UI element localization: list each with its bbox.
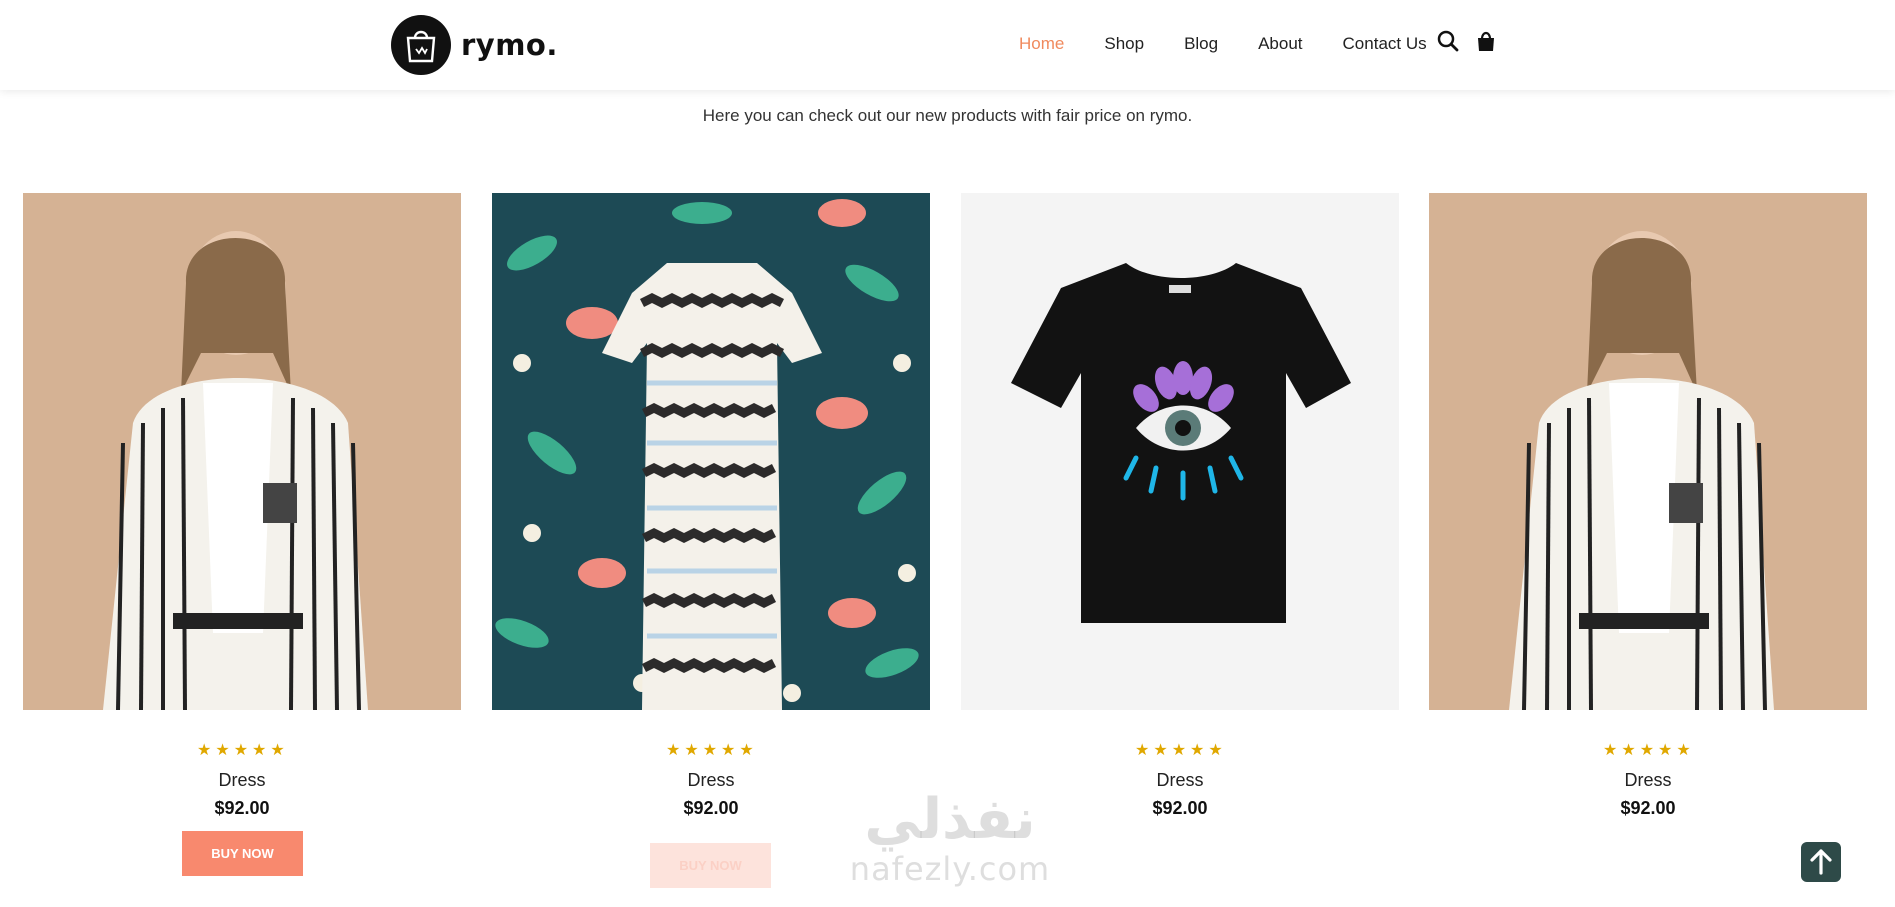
product-name[interactable]: Dress bbox=[23, 770, 461, 791]
star-icon: ★ bbox=[1135, 742, 1150, 759]
site-header: rymo. Home Shop Blog About Contact Us bbox=[0, 0, 1895, 90]
star-icon: ★ bbox=[1208, 742, 1223, 759]
product-name[interactable]: Dress bbox=[1429, 770, 1867, 791]
brand-name: rymo. bbox=[461, 28, 558, 62]
product-rating: ★ ★ ★ ★ ★ bbox=[666, 740, 754, 760]
star-icon: ★ bbox=[1190, 742, 1205, 759]
star-icon: ★ bbox=[1676, 742, 1691, 759]
watermark: نفذلي nafezly.com bbox=[840, 787, 1060, 889]
star-icon: ★ bbox=[215, 742, 230, 759]
watermark-arabic: نفذلي bbox=[864, 787, 1036, 852]
star-icon: ★ bbox=[1153, 742, 1168, 759]
star-icon: ★ bbox=[684, 742, 699, 759]
product-rating: ★ ★ ★ ★ ★ bbox=[197, 740, 285, 760]
star-icon: ★ bbox=[1621, 742, 1636, 759]
product-card[interactable] bbox=[492, 193, 930, 710]
product-price: $92.00 bbox=[214, 798, 270, 818]
product-image-black-tshirt[interactable] bbox=[961, 193, 1399, 710]
brand-logo[interactable]: rymo. bbox=[391, 15, 558, 75]
product-image-striped-blazer[interactable] bbox=[23, 193, 461, 710]
star-icon: ★ bbox=[1603, 742, 1618, 759]
product-image-striped-dress[interactable] bbox=[492, 193, 930, 710]
nav-shop[interactable]: Shop bbox=[1104, 34, 1144, 54]
search-icon[interactable] bbox=[1437, 30, 1459, 57]
star-icon: ★ bbox=[1658, 742, 1673, 759]
star-icon: ★ bbox=[721, 742, 736, 759]
buy-now-button[interactable]: BUY NOW bbox=[650, 843, 771, 888]
star-icon: ★ bbox=[270, 742, 285, 759]
nav-home[interactable]: Home bbox=[1019, 34, 1064, 54]
main-nav: Home Shop Blog About Contact Us bbox=[1019, 34, 1467, 54]
nav-blog[interactable]: Blog bbox=[1184, 34, 1218, 54]
intro-text: Here you can check out our new products … bbox=[702, 106, 1193, 125]
star-icon: ★ bbox=[702, 742, 718, 759]
star-icon: ★ bbox=[252, 742, 267, 759]
product-price: $92.00 bbox=[1620, 798, 1676, 818]
product-card[interactable] bbox=[961, 193, 1399, 710]
star-icon: ★ bbox=[666, 742, 681, 759]
product-image-striped-blazer[interactable] bbox=[1429, 193, 1867, 710]
star-icon: ★ bbox=[1171, 742, 1187, 759]
buy-now-button[interactable]: BUY NOW bbox=[182, 831, 303, 876]
shopping-bag-logo-icon bbox=[391, 15, 451, 75]
product-rating: ★ ★ ★ ★ ★ bbox=[1603, 740, 1691, 760]
product-rating: ★ ★ ★ ★ ★ bbox=[1135, 740, 1223, 760]
nav-contact[interactable]: Contact Us bbox=[1343, 34, 1427, 54]
star-icon: ★ bbox=[1639, 742, 1655, 759]
star-icon: ★ bbox=[739, 742, 754, 759]
product-card[interactable] bbox=[1429, 193, 1867, 710]
product-card[interactable] bbox=[23, 193, 461, 710]
nav-about[interactable]: About bbox=[1258, 34, 1302, 54]
watermark-latin: nafezly.com bbox=[849, 850, 1051, 888]
star-icon: ★ bbox=[197, 742, 212, 759]
scroll-top-button[interactable] bbox=[1801, 842, 1841, 882]
star-icon: ★ bbox=[233, 742, 249, 759]
arrow-up-icon bbox=[1810, 849, 1832, 875]
shopping-bag-icon[interactable] bbox=[1476, 30, 1496, 57]
